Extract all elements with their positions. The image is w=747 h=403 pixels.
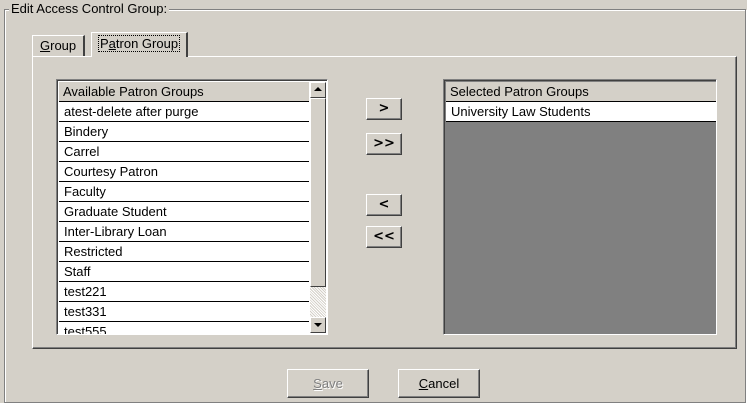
- list-item[interactable]: atest-delete after purge: [59, 102, 309, 122]
- available-list-header: Available Patron Groups: [59, 82, 309, 102]
- list-item[interactable]: Graduate Student: [59, 202, 309, 222]
- remove-all-button[interactable]: <<: [366, 226, 402, 248]
- available-list-scrollbar[interactable]: [310, 82, 326, 333]
- list-item[interactable]: test555: [59, 322, 309, 334]
- tab-patron-group-label: tron Group: [115, 36, 179, 51]
- save-label: ave: [321, 376, 343, 391]
- scroll-thumb[interactable]: [310, 98, 326, 287]
- add-all-button[interactable]: >>: [366, 133, 402, 155]
- list-item[interactable]: University Law Students: [446, 102, 716, 122]
- list-item[interactable]: Inter-Library Loan: [59, 222, 309, 242]
- tab-group[interactable]: Group: [32, 35, 86, 56]
- selected-patron-groups-list[interactable]: Selected Patron Groups University Law St…: [443, 79, 717, 335]
- list-item[interactable]: Courtesy Patron: [59, 162, 309, 182]
- list-item[interactable]: test331: [59, 302, 309, 322]
- tab-group-label: roup: [50, 38, 77, 53]
- scroll-up-arrow-icon: [314, 87, 322, 91]
- save-mnemonic: S: [313, 376, 322, 391]
- list-item[interactable]: Restricted: [59, 242, 309, 262]
- remove-selected-button[interactable]: <: [366, 194, 402, 216]
- list-item[interactable]: Faculty: [59, 182, 309, 202]
- available-patron-groups-list[interactable]: Available Patron Groups atest-delete aft…: [56, 79, 328, 335]
- dialog-title: Edit Access Control Group:: [9, 1, 170, 16]
- scroll-down-arrow-icon: [314, 323, 322, 327]
- selected-list-header: Selected Patron Groups: [446, 82, 716, 102]
- cancel-mnemonic: C: [418, 376, 429, 391]
- list-item[interactable]: Bindery: [59, 122, 309, 142]
- add-selected-button[interactable]: >: [366, 98, 402, 120]
- scroll-down-button[interactable]: [310, 317, 326, 333]
- tab-patron-group-focus: Patron Group: [97, 35, 181, 52]
- list-item[interactable]: Carrel: [59, 142, 309, 162]
- cancel-label: ancel: [428, 376, 460, 391]
- save-button: Save: [287, 369, 369, 398]
- tab-patron-group[interactable]: Patron Group: [91, 32, 189, 57]
- tab-patron-group-mnemonic: a: [108, 36, 116, 51]
- list-item[interactable]: test221: [59, 282, 309, 302]
- tab-group-mnemonic: G: [40, 38, 51, 53]
- list-item[interactable]: Staff: [59, 262, 309, 282]
- scroll-up-button[interactable]: [310, 82, 326, 98]
- tab-patron-group-prefix: P: [100, 36, 109, 51]
- cancel-button[interactable]: Cancel: [398, 369, 480, 398]
